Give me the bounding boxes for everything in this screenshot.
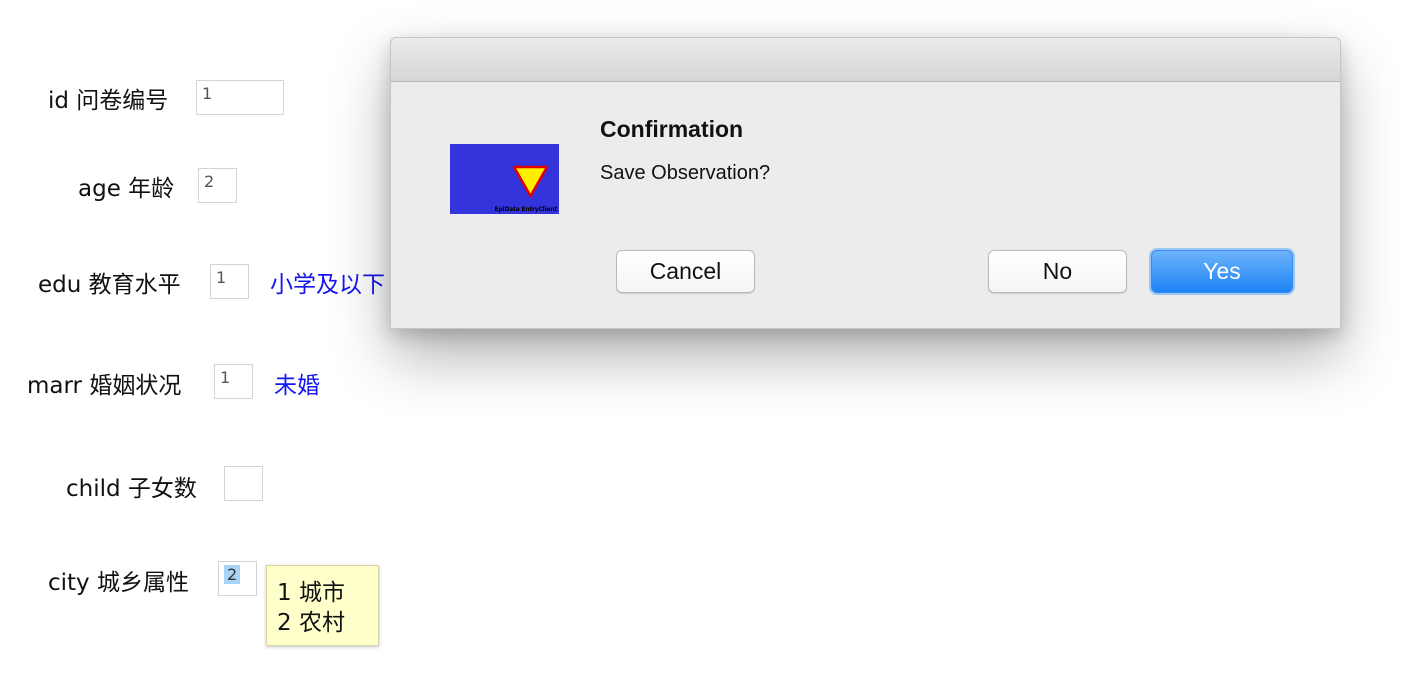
tooltip-line-1: 1 城市 (277, 580, 345, 606)
cancel-button[interactable]: Cancel (616, 250, 755, 293)
field-input-marr[interactable]: 1 (214, 364, 253, 399)
field-label-city: city 城乡属性 (48, 570, 189, 596)
tooltip-line-2: 2 农村 (277, 610, 345, 636)
value-labels-tooltip: 1 城市 2 农村 (266, 565, 379, 646)
icon-caption: EpiData EntryClient (494, 206, 557, 213)
field-label-age: age 年龄 (78, 176, 175, 202)
epidata-app-icon: EpiData EntryClient (450, 144, 559, 214)
field-label-child: child 子女数 (66, 476, 197, 502)
confirmation-dialog: EpiData EntryClient Confirmation Save Ob… (390, 37, 1341, 329)
dialog-title: Confirmation (600, 116, 744, 142)
dialog-titlebar[interactable] (391, 38, 1340, 82)
field-label-id: id 问卷编号 (48, 88, 169, 114)
field-label-marr: marr 婚姻状况 (27, 373, 182, 399)
selected-value: 2 (224, 565, 241, 584)
value-label-edu: 小学及以下 (270, 272, 385, 298)
field-input-city[interactable]: 2 (218, 561, 257, 596)
field-input-child[interactable] (224, 466, 263, 501)
field-input-edu[interactable]: 1 (210, 264, 249, 299)
field-input-age[interactable]: 2 (198, 168, 237, 203)
no-button[interactable]: No (988, 250, 1127, 293)
field-input-id[interactable]: 1 (196, 80, 284, 115)
dialog-message: Save Observation? (600, 162, 771, 184)
warning-triangle-icon (512, 165, 549, 198)
yes-button[interactable]: Yes (1151, 250, 1293, 293)
value-label-marr: 未婚 (274, 373, 320, 399)
field-label-edu: edu 教育水平 (38, 272, 181, 298)
